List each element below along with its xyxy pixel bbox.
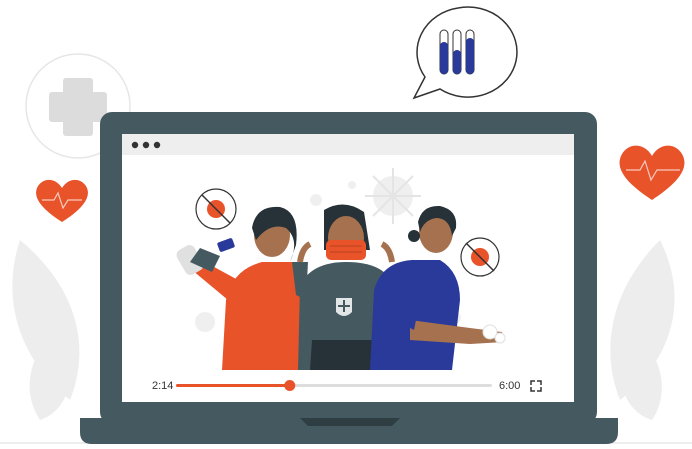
progress-handle[interactable] (284, 380, 296, 391)
progress-fill (176, 384, 290, 387)
current-time: 2:14 (152, 380, 173, 392)
leaf-right-decoration (610, 240, 675, 420)
virus-icon (195, 188, 237, 230)
signal-bars-icon (412, 6, 518, 100)
illustration-scene: 2:14 6:00 (0, 6, 692, 444)
duration: 6:00 (499, 380, 520, 392)
window-dots-icon (131, 141, 161, 149)
heart-icon (36, 179, 88, 222)
heart-icon (619, 145, 685, 200)
browser-title-bar (122, 134, 574, 155)
leaf-left-decoration (12, 240, 80, 420)
virus-icon (365, 168, 421, 224)
virus-icon (460, 237, 500, 277)
